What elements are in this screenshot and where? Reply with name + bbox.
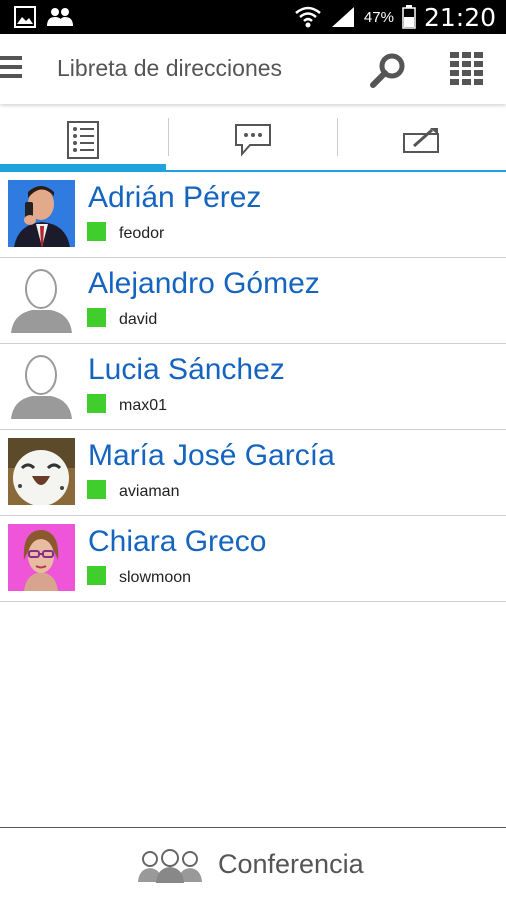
presence-indicator xyxy=(87,394,106,413)
contact-row[interactable]: Lucia Sánchez max01 xyxy=(0,344,506,430)
signal-icon xyxy=(331,7,354,27)
contact-name: Chiara Greco xyxy=(88,525,267,558)
avatar xyxy=(8,266,75,333)
page-title: Libreta de direcciones xyxy=(57,55,283,81)
contact-username: feodor xyxy=(119,225,165,242)
wifi-icon xyxy=(295,6,321,28)
contact-name: María José García xyxy=(88,439,335,472)
tab-call-log[interactable] xyxy=(338,110,506,170)
presence-indicator xyxy=(87,222,106,241)
presence-indicator xyxy=(87,566,106,585)
contact-name: Lucia Sánchez xyxy=(88,353,285,386)
avatar xyxy=(8,438,75,505)
contact-username: max01 xyxy=(119,397,168,414)
avatar xyxy=(8,180,75,247)
contact-username: slowmoon xyxy=(119,569,192,586)
contacts-icon xyxy=(47,8,73,26)
contact-row[interactable]: Chiara Greco slowmoon xyxy=(0,516,506,602)
contact-username: aviaman xyxy=(119,483,180,500)
conference-label: Conferencia xyxy=(218,849,364,879)
clock: 21:20 xyxy=(423,2,496,32)
contact-username: david xyxy=(119,311,158,328)
contact-name: Alejandro Gómez xyxy=(88,267,320,300)
tab-bar xyxy=(0,110,506,172)
gallery-icon xyxy=(14,6,36,28)
call-log-icon xyxy=(403,128,439,153)
contact-row[interactable]: Adrián Pérez feodor xyxy=(0,172,506,258)
conference-bar[interactable]: Conferencia xyxy=(0,827,506,901)
address-book-icon xyxy=(67,121,99,159)
contact-name: Adrián Pérez xyxy=(88,181,262,214)
presence-indicator xyxy=(87,308,106,327)
menu-icon[interactable] xyxy=(0,56,24,82)
tab-chat[interactable] xyxy=(169,110,337,170)
status-bar: 47% 21:20 xyxy=(0,0,506,34)
contact-row[interactable]: Alejandro Gómez david xyxy=(0,258,506,344)
avatar xyxy=(8,352,75,419)
tab-address-book[interactable] xyxy=(0,110,166,170)
app-bar: Libreta de direcciones xyxy=(0,34,506,104)
chat-icon xyxy=(235,124,271,157)
contact-list: Adrián Pérez feodor Alejandro Gómez davi… xyxy=(0,172,506,602)
avatar xyxy=(8,524,75,591)
contact-row[interactable]: María José García aviaman xyxy=(0,430,506,516)
conference-icon xyxy=(138,849,202,883)
battery-icon xyxy=(402,5,416,29)
search-icon[interactable] xyxy=(368,51,408,91)
battery-percent: 47% xyxy=(363,8,394,26)
dialpad-icon[interactable] xyxy=(450,52,484,86)
presence-indicator xyxy=(87,480,106,499)
